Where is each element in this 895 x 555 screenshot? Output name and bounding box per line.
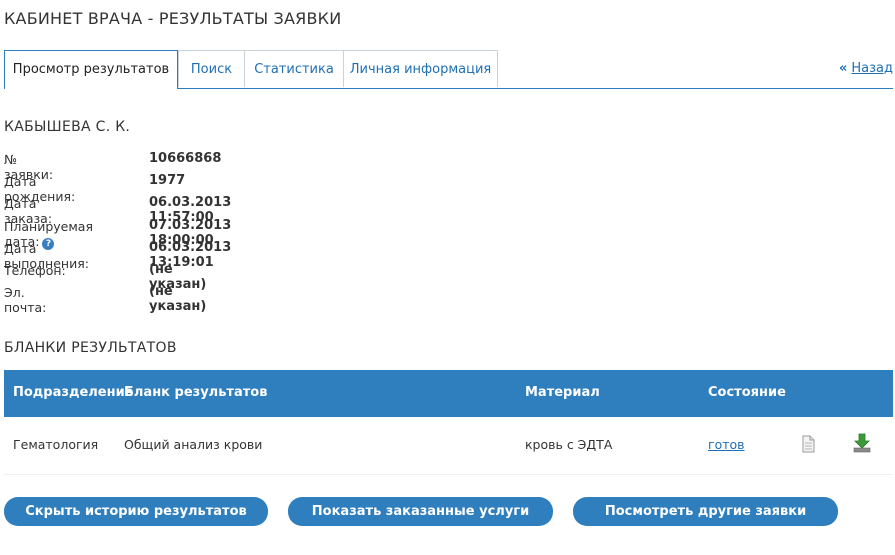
cell-material: кровь с ЭДТА	[525, 437, 613, 452]
back-link-label: Назад	[851, 61, 893, 76]
tab-bar: Просмотр результатов Поиск Статистика Ли…	[4, 50, 893, 89]
tab-statistics[interactable]: Статистика	[244, 50, 344, 87]
hide-results-history-button[interactable]: Скрыть историю результатов	[4, 497, 268, 526]
phone-label: Телефон:	[4, 262, 66, 278]
results-table: Подразделение Бланк результатов Материал…	[4, 370, 893, 475]
column-header-department: Подразделение	[13, 385, 134, 400]
tab-personal-info[interactable]: Личная информация	[343, 50, 498, 87]
page-title: КАБИНЕТ ВРАЧА - РЕЗУЛЬТАТЫ ЗАЯВКИ	[4, 9, 342, 28]
email-label: Эл. почта:	[4, 285, 47, 316]
document-icon[interactable]	[801, 435, 815, 453]
column-header-material: Материал	[525, 385, 600, 400]
table-row: Гематология Общий анализ крови кровь с Э…	[4, 417, 893, 475]
column-header-status: Состояние	[708, 385, 786, 400]
double-left-arrow-icon: «	[838, 61, 848, 76]
cell-department: Гематология	[13, 437, 99, 452]
column-header-form: Бланк результатов	[124, 385, 268, 400]
cell-form: Общий анализ крови	[124, 437, 263, 452]
patient-name: КАБЫШЕВА С. К.	[4, 119, 131, 135]
back-link[interactable]: «Назад	[839, 61, 893, 76]
order-number-value: 10666868	[149, 151, 222, 166]
results-section-title: БЛАНКИ РЕЗУЛЬТАТОВ	[4, 340, 177, 356]
show-ordered-services-button[interactable]: Показать заказанные услуги	[288, 497, 553, 526]
table-header: Подразделение Бланк результатов Материал…	[4, 370, 893, 417]
view-other-orders-button[interactable]: Посмотреть другие заявки пациента	[573, 497, 838, 548]
birth-date-value: 1977	[149, 173, 186, 189]
status-link[interactable]: готов	[708, 437, 745, 452]
download-icon[interactable]	[853, 433, 871, 453]
email-value: (не указан)	[149, 284, 207, 315]
tab-search[interactable]: Поиск	[178, 50, 245, 87]
tab-view-results[interactable]: Просмотр результатов	[4, 50, 178, 89]
